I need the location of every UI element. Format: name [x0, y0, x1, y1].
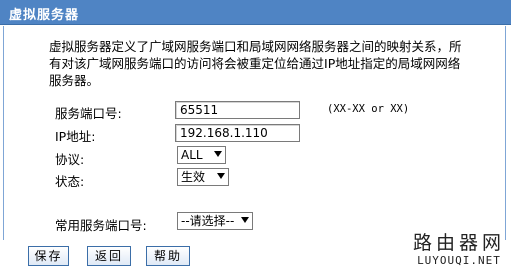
- common-port-label: 常用服务端口号:: [55, 218, 147, 233]
- protocol-selected-value: ALL: [181, 148, 203, 162]
- status-selected-value: 生效: [181, 170, 206, 184]
- page-title: 虚拟服务器: [9, 8, 80, 23]
- ip-label: IP地址:: [55, 129, 96, 144]
- port-format-hint: (XX-XX or XX): [327, 103, 410, 115]
- protocol-select[interactable]: ALL: [177, 146, 226, 164]
- save-button[interactable]: 保存: [28, 246, 69, 266]
- chevron-down-icon: [217, 173, 225, 179]
- back-button[interactable]: 返回: [87, 246, 131, 266]
- watermark-cn: 路由器网: [412, 232, 505, 254]
- watermark: 路由器网 LUYOUQI.NET: [413, 232, 505, 267]
- port-label: 服务端口号:: [55, 106, 122, 121]
- description-text: 虚拟服务器定义了广域网服务端口和局域网网络服务器之间的映射关系，所有对该广域网服…: [49, 39, 462, 88]
- port-input[interactable]: 65511: [175, 101, 300, 119]
- help-button[interactable]: 帮助: [146, 246, 190, 266]
- watermark-en: LUYOUQI.NET: [417, 254, 501, 267]
- title-bar: 虚拟服务器: [0, 0, 511, 25]
- common-port-selected-value: --请选择--: [181, 214, 235, 228]
- status-select[interactable]: 生效: [177, 168, 229, 186]
- protocol-label: 协议:: [55, 152, 85, 167]
- status-label: 状态:: [55, 174, 85, 189]
- ip-input[interactable]: 192.168.1.110: [175, 124, 300, 142]
- chevron-down-icon: [241, 217, 249, 223]
- chevron-down-icon: [214, 151, 222, 157]
- common-port-select[interactable]: --请选择--: [177, 212, 253, 230]
